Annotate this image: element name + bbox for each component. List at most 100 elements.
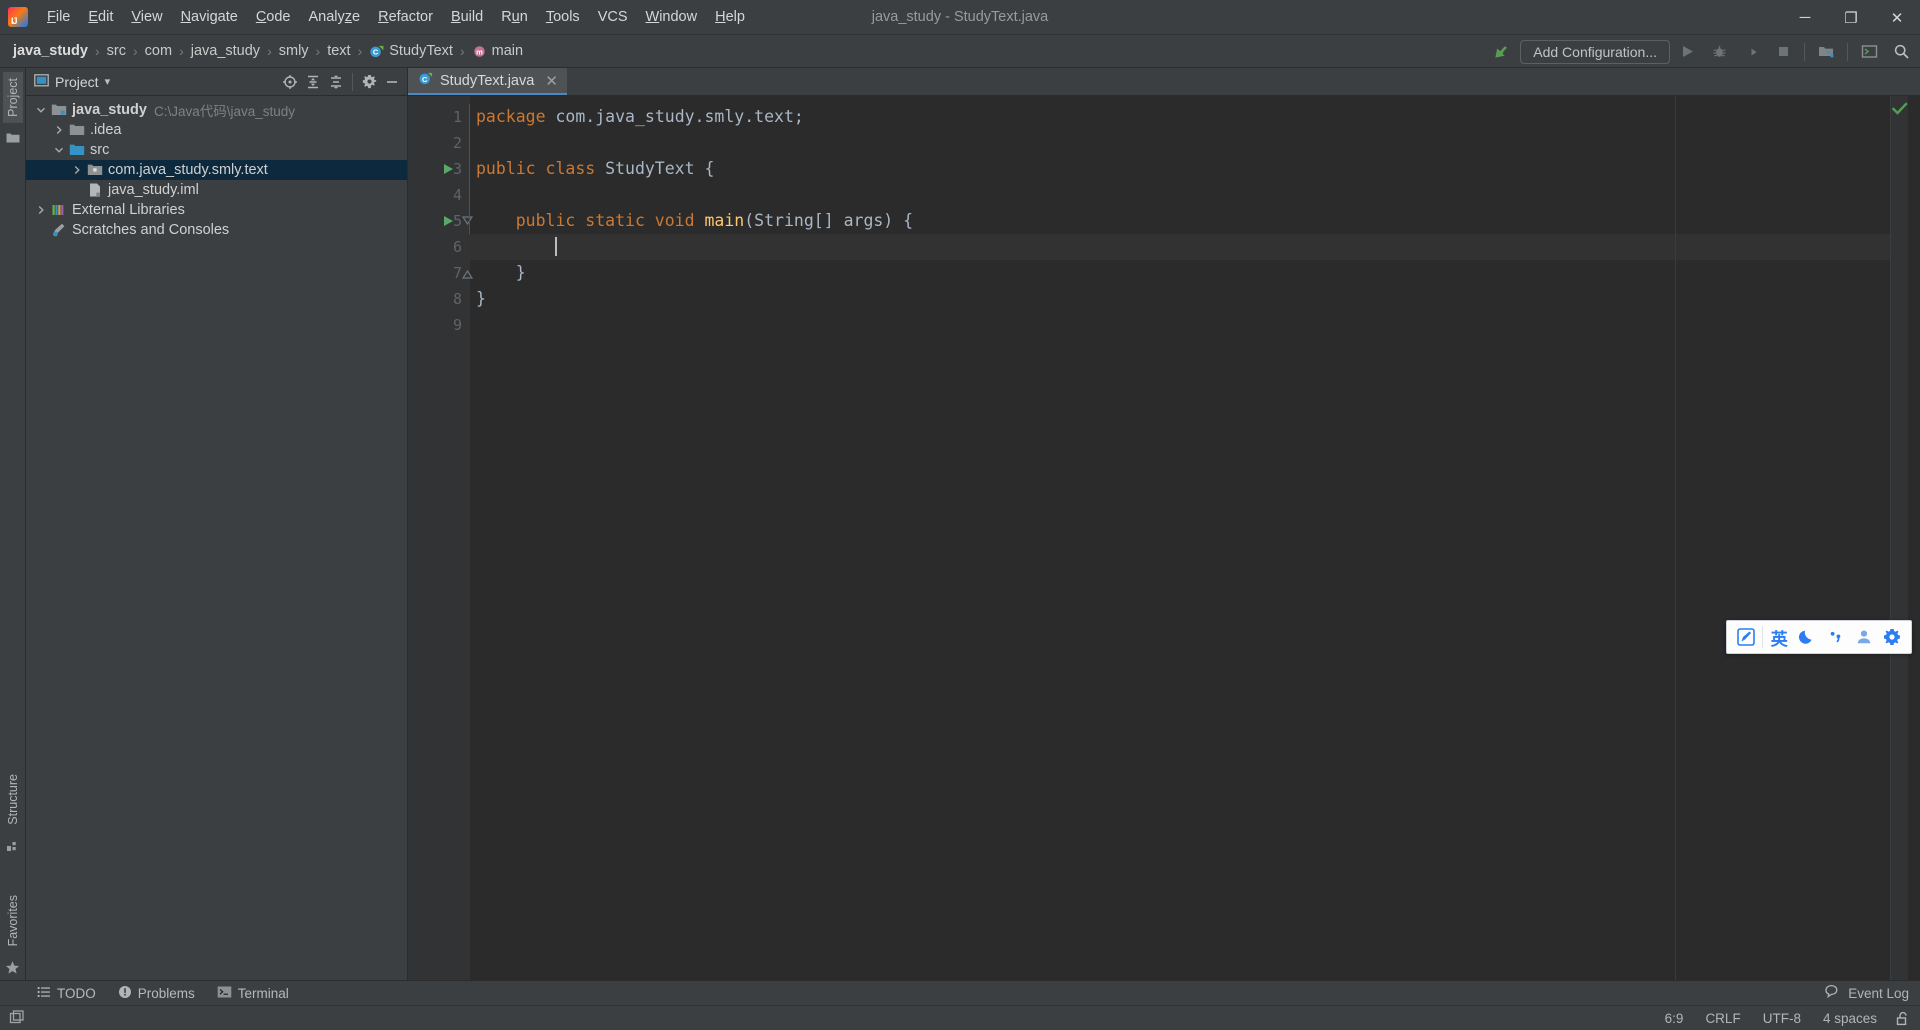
todo-list-icon <box>37 985 51 1002</box>
line-separator[interactable]: CRLF <box>1702 1009 1743 1028</box>
run-gutter-icon[interactable] <box>441 208 455 234</box>
caret-position[interactable]: 6:9 <box>1662 1009 1687 1028</box>
menu-item-navigate[interactable]: Navigate <box>172 5 247 29</box>
code-line[interactable]: } <box>470 286 1890 312</box>
chevron-right-icon[interactable] <box>32 205 50 215</box>
breadcrumb-item-studytext[interactable]: C StudyText <box>366 41 456 61</box>
chevron-down-icon[interactable] <box>32 105 50 115</box>
indent-setting[interactable]: 4 spaces <box>1820 1009 1880 1028</box>
breadcrumb-item-src[interactable]: src <box>104 41 129 61</box>
menu-item-help[interactable]: Help <box>706 5 754 29</box>
tool-tab-todo[interactable]: TODO <box>26 983 107 1004</box>
run-with-coverage-button[interactable] <box>1736 39 1766 65</box>
terminal-toggle-button[interactable] <box>1854 39 1884 65</box>
build-hammer-icon[interactable] <box>1492 42 1512 62</box>
menu-item-refactor[interactable]: Refactor <box>369 5 442 29</box>
breadcrumb-item-text[interactable]: text <box>324 41 353 61</box>
menu-item-view[interactable]: View <box>122 5 171 29</box>
method-icon: m <box>472 44 487 59</box>
ime-settings-icon[interactable] <box>1879 623 1905 651</box>
breadcrumb-item-smly[interactable]: smly <box>276 41 312 61</box>
breadcrumb-item-java_study[interactable]: java_study <box>10 41 91 61</box>
tree-node-label: src <box>90 142 110 158</box>
code-line[interactable]: public class StudyText { <box>470 156 1890 182</box>
file-encoding[interactable]: UTF-8 <box>1760 1009 1804 1028</box>
menu-item-code[interactable]: Code <box>247 5 300 29</box>
project-structure-button[interactable] <box>1811 39 1841 65</box>
editor-vertical-scrollbar[interactable] <box>1908 96 1920 980</box>
debug-button[interactable] <box>1704 39 1734 65</box>
run-button[interactable] <box>1672 39 1702 65</box>
editor-area: C StudyText.java ✕ 123456789 package com… <box>408 68 1920 980</box>
intellij-logo-icon <box>8 7 28 27</box>
editor-text-area[interactable]: package com.java_study.smly.text; public… <box>470 96 1890 980</box>
search-everywhere-button[interactable] <box>1886 39 1916 65</box>
select-opened-file-icon[interactable] <box>279 71 301 93</box>
menu-item-file[interactable]: File <box>38 5 79 29</box>
project-panel-title: Project <box>55 73 99 90</box>
close-button[interactable]: ✕ <box>1874 0 1920 35</box>
menu-item-build[interactable]: Build <box>442 5 492 29</box>
breadcrumb-item-java_study[interactable]: java_study <box>188 41 263 61</box>
chevron-down-icon[interactable] <box>50 145 68 155</box>
menu-item-analyze[interactable]: Analyze <box>300 5 370 29</box>
inspection-stripe[interactable] <box>1890 96 1908 980</box>
chevron-right-icon[interactable] <box>50 125 68 135</box>
editor-tab-studytext[interactable]: C StudyText.java ✕ <box>408 68 567 95</box>
menu-item-tools[interactable]: Tools <box>537 5 589 29</box>
tree-node-external-libraries[interactable]: External Libraries <box>26 200 407 220</box>
toggle-toolwindow-icon[interactable] <box>6 1007 28 1029</box>
unlocked-icon[interactable] <box>1896 1011 1910 1026</box>
ime-logo-icon[interactable] <box>1733 623 1759 651</box>
menu-item-edit[interactable]: Edit <box>79 5 122 29</box>
event-log-button[interactable]: Event Log <box>1825 984 1912 1003</box>
tree-node-java-study[interactable]: java_study C:\Java代码\java_study <box>26 100 407 120</box>
chevron-down-icon[interactable]: ▾ <box>105 75 111 88</box>
maximize-button[interactable]: ❐ <box>1828 0 1874 35</box>
expand-all-icon[interactable] <box>302 71 324 93</box>
code-line[interactable] <box>470 130 1890 156</box>
add-configuration-button[interactable]: Add Configuration... <box>1520 39 1670 64</box>
breadcrumb-separator: › <box>94 43 100 59</box>
ime-moon-icon[interactable] <box>1794 623 1820 651</box>
ime-floating-toolbar[interactable]: 英 <box>1726 620 1912 654</box>
breadcrumb-item-main[interactable]: m main <box>469 41 526 61</box>
editor-gutter[interactable]: 123456789 <box>408 96 473 980</box>
sidebar-item-structure[interactable]: Structure <box>3 768 23 831</box>
code-line[interactable]: } <box>470 260 1890 286</box>
sidebar-item-project[interactable]: Project <box>2 72 23 123</box>
menu-item-window[interactable]: Window <box>637 5 707 29</box>
tool-tab-problems[interactable]: Problems <box>107 983 206 1004</box>
menu-item-run[interactable]: Run <box>492 5 537 29</box>
code-line[interactable] <box>470 234 1890 260</box>
chevron-right-icon[interactable] <box>68 165 86 175</box>
tree-node-java-study-iml[interactable]: java_study.iml <box>26 180 407 200</box>
stop-button[interactable] <box>1768 39 1798 65</box>
ime-user-icon[interactable] <box>1851 623 1877 651</box>
hide-panel-icon[interactable] <box>381 71 403 93</box>
sidebar-item-favorites[interactable]: Favorites <box>3 889 23 952</box>
ime-punctuation-icon[interactable] <box>1822 623 1848 651</box>
gutter-line-number: 2 <box>452 134 462 152</box>
code-line[interactable] <box>470 182 1890 208</box>
code-line[interactable]: package com.java_study.smly.text; <box>470 104 1890 130</box>
menu-item-vcs[interactable]: VCS <box>589 5 637 29</box>
ime-language-mode[interactable]: 英 <box>1766 623 1792 651</box>
gutter-line-number: 9 <box>452 316 462 334</box>
close-icon[interactable]: ✕ <box>545 72 558 90</box>
code-line[interactable]: public static void main(String[] args) { <box>470 208 1890 234</box>
event-log-label: Event Log <box>1848 985 1909 1001</box>
minimize-button[interactable]: ─ <box>1782 0 1828 35</box>
run-gutter-icon[interactable] <box>441 156 455 182</box>
tool-tab-terminal[interactable]: Terminal <box>206 983 300 1004</box>
collapse-all-icon[interactable] <box>325 71 347 93</box>
tree-node-scratches-and-consoles[interactable]: Scratches and Consoles <box>26 220 407 240</box>
code-editor[interactable]: 123456789 package com.java_study.smly.te… <box>408 96 1920 980</box>
settings-gear-icon[interactable] <box>358 71 380 93</box>
tree-node-src[interactable]: src <box>26 140 407 160</box>
project-panel-title-button[interactable]: Project ▾ <box>34 73 110 91</box>
tree-node-com-java-study-smly-text[interactable]: com.java_study.smly.text <box>26 160 407 180</box>
tree-node--idea[interactable]: .idea <box>26 120 407 140</box>
breadcrumb-item-com[interactable]: com <box>142 41 175 61</box>
code-line[interactable] <box>470 312 1890 338</box>
